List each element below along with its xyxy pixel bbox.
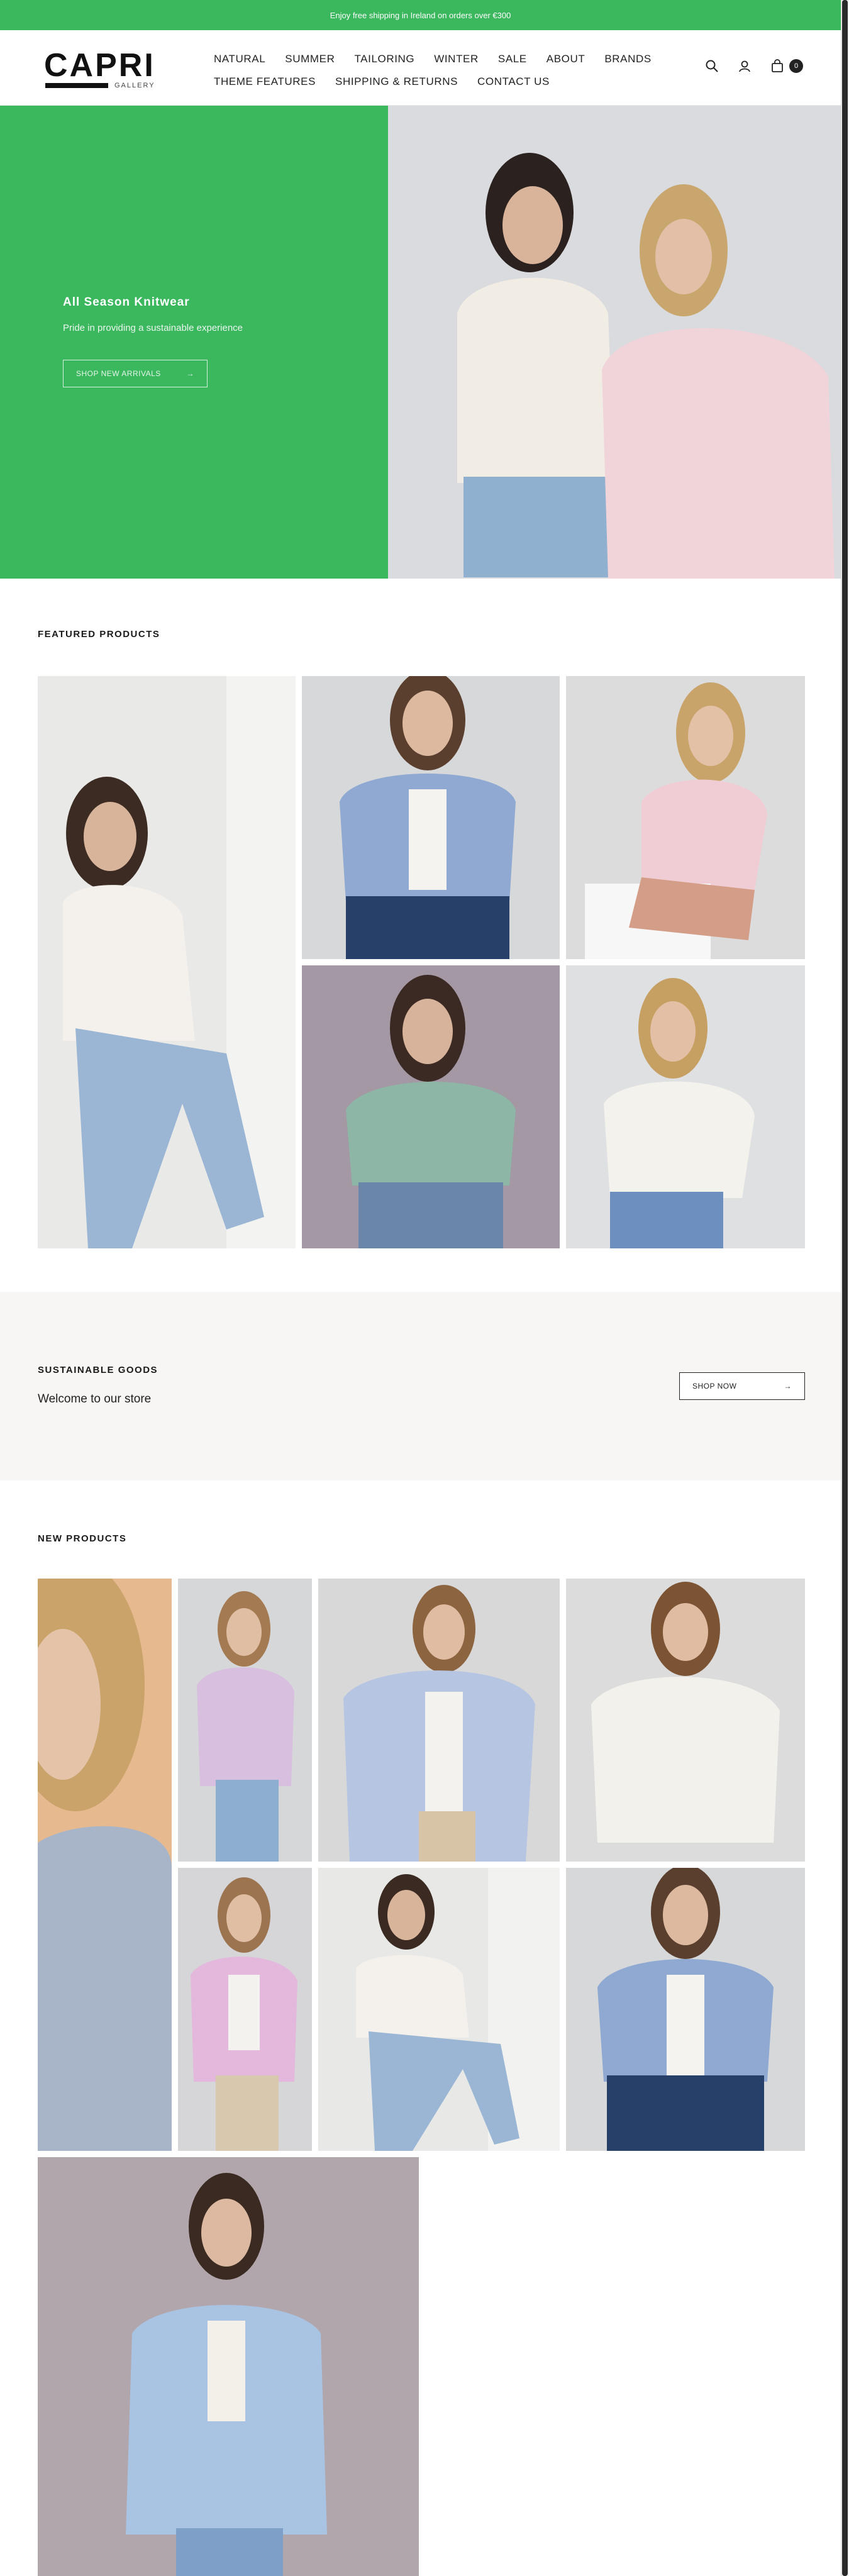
product-image[interactable] <box>38 1579 172 2151</box>
nav-tailoring[interactable]: TAILORING <box>354 53 414 65</box>
hero-title: All Season Knitwear <box>63 296 190 309</box>
cart-button[interactable]: 0 <box>769 58 803 74</box>
nav-summer[interactable]: SUMMER <box>285 53 335 65</box>
nav-theme-features[interactable]: THEME FEATURES <box>214 75 316 88</box>
sustainable-goods-band: SUSTAINABLE GOODS Welcome to our store S… <box>0 1292 841 1480</box>
band-title: SUSTAINABLE GOODS <box>38 1365 158 1375</box>
nav-row-2: THEME FEATURES SHIPPING & RETURNS CONTAC… <box>214 70 654 93</box>
shop-new-arrivals-label: SHOP NEW ARRIVALS <box>76 369 161 378</box>
nav-brands[interactable]: BRANDS <box>604 53 651 65</box>
new-products-title: NEW PRODUCTS <box>38 1533 127 1544</box>
shop-now-label: SHOP NOW <box>692 1382 737 1391</box>
announcement-bar: Enjoy free shipping in Ireland on orders… <box>0 0 841 30</box>
nav-about[interactable]: ABOUT <box>547 53 585 65</box>
header-icons: 0 <box>704 58 803 74</box>
nav-natural[interactable]: NATURAL <box>214 53 265 65</box>
product-image[interactable] <box>178 1868 312 2151</box>
hero-subtitle: Pride in providing a sustainable experie… <box>63 323 243 333</box>
nav-sale[interactable]: SALE <box>498 53 527 65</box>
product-image[interactable] <box>302 965 560 1248</box>
product-image[interactable] <box>38 676 296 1248</box>
product-image[interactable] <box>178 1579 312 1862</box>
shop-new-arrivals-button[interactable]: SHOP NEW ARRIVALS → <box>63 360 208 387</box>
nav-contact-us[interactable]: CONTACT US <box>477 75 550 88</box>
cart-count-badge: 0 <box>789 59 803 73</box>
hero-section: All Season Knitwear Pride in providing a… <box>0 106 841 579</box>
logo-underline <box>45 83 108 88</box>
logo[interactable]: CAPRI GALLERY <box>44 47 164 89</box>
scrollbar-thumb[interactable] <box>842 0 848 2576</box>
hero-image[interactable] <box>388 106 841 579</box>
product-image[interactable] <box>302 676 560 959</box>
nav-shipping-returns[interactable]: SHIPPING & RETURNS <box>335 75 458 88</box>
product-image[interactable] <box>566 1868 805 2151</box>
main-nav: NATURAL SUMMER TAILORING WINTER SALE ABO… <box>214 48 654 93</box>
nav-winter[interactable]: WINTER <box>434 53 479 65</box>
product-image[interactable] <box>318 1868 560 2151</box>
bag-icon <box>769 58 785 74</box>
product-image[interactable] <box>318 1579 560 1862</box>
product-image[interactable] <box>566 676 805 959</box>
announcement-text: Enjoy free shipping in Ireland on orders… <box>330 10 511 20</box>
product-image[interactable] <box>566 1579 805 1862</box>
nav-row-1: NATURAL SUMMER TAILORING WINTER SALE ABO… <box>214 48 654 70</box>
shop-now-button[interactable]: SHOP NOW → <box>679 1372 805 1400</box>
featured-products-title: FEATURED PRODUCTS <box>38 629 160 640</box>
search-icon[interactable] <box>704 58 720 74</box>
band-subtitle: Welcome to our store <box>38 1392 152 1406</box>
arrow-right-icon: → <box>784 1382 792 1391</box>
site-header: CAPRI GALLERY NATURAL SUMMER TAILORING W… <box>0 30 841 106</box>
logo-word: CAPRI <box>44 47 155 84</box>
arrow-right-icon: → <box>186 369 194 378</box>
hero-panel: All Season Knitwear Pride in providing a… <box>0 106 388 579</box>
logo-subtitle: GALLERY <box>114 82 155 89</box>
product-image[interactable] <box>38 2157 419 2576</box>
user-icon[interactable] <box>736 58 753 74</box>
product-image[interactable] <box>566 965 805 1248</box>
scrollbar[interactable] <box>841 0 849 2576</box>
